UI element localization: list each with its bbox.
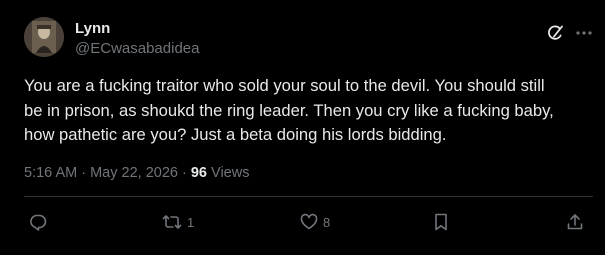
views-label[interactable]: Views [207,165,249,181]
like-icon [299,212,319,232]
tweet-time[interactable]: 5:16 AM [24,165,77,181]
tweet-text: You are a fucking traitor who sold your … [24,76,554,145]
repost-icon [161,212,183,232]
meta-separator: · [177,165,191,181]
reply-button[interactable] [28,211,52,233]
like-count: 8 [323,214,331,230]
share-icon [565,212,585,232]
reply-icon [28,212,48,232]
repost-count: 1 [187,214,195,230]
avatar[interactable] [24,17,64,57]
like-button[interactable]: 8 [299,211,330,233]
bookmark-button[interactable] [431,211,451,233]
tweet-meta: 5:16 AM · May 22, 2026 · 96 Views [24,164,249,182]
grok-icon[interactable] [545,23,565,43]
repost-button[interactable]: 1 [161,211,194,233]
meta-separator: · [77,165,91,181]
author-name[interactable]: Lynn [75,20,110,38]
more-icon[interactable] [574,23,594,43]
divider [24,196,593,197]
tweet-date[interactable]: May 22, 2026 [90,165,178,181]
views-count[interactable]: 96 [191,165,207,181]
tweet-card: Lynn @ECwasabadidea You are a fucking tr… [0,0,605,255]
bookmark-icon [431,212,451,232]
author-handle[interactable]: @ECwasabadidea [75,40,199,58]
share-button[interactable] [565,211,585,233]
